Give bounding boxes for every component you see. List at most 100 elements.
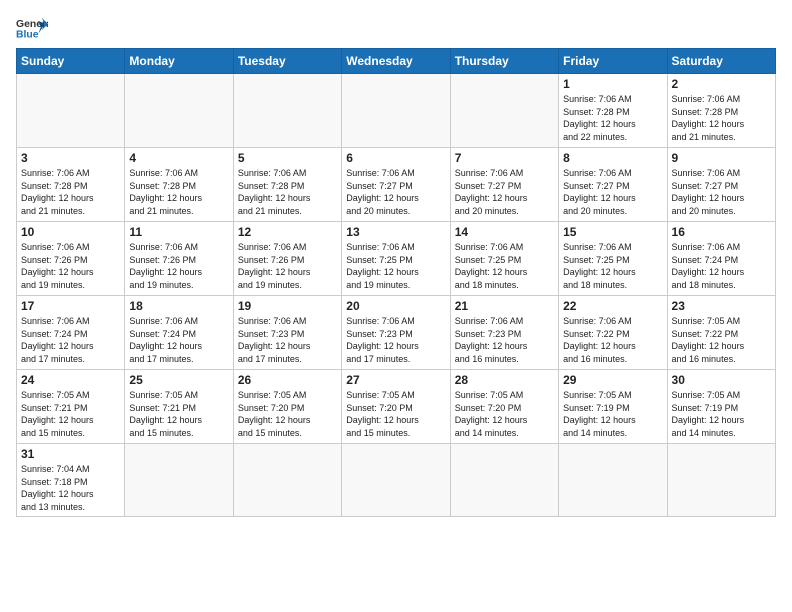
calendar-day-cell <box>450 444 558 517</box>
calendar-day-cell: 22Sunrise: 7:06 AM Sunset: 7:22 PM Dayli… <box>559 296 667 370</box>
day-number: 9 <box>672 151 771 165</box>
day-info: Sunrise: 7:06 AM Sunset: 7:26 PM Dayligh… <box>238 241 337 291</box>
day-number: 19 <box>238 299 337 313</box>
calendar-day-cell: 11 Sunrise: 7:06 AM Sunset: 7:26 PM Dayli… <box>125 222 233 296</box>
calendar-day-cell: 14Sunrise: 7:06 AM Sunset: 7:25 PM Dayli… <box>450 222 558 296</box>
day-info: Sunrise: 7:06 AM Sunset: 7:24 PM Dayligh… <box>21 315 120 365</box>
day-number: 30 <box>672 373 771 387</box>
day-number: 7 <box>455 151 554 165</box>
weekday-header-wednesday: Wednesday <box>342 49 450 74</box>
day-info: Sunrise: 7:05 AM Sunset: 7:19 PM Dayligh… <box>672 389 771 439</box>
day-number: 25 <box>129 373 228 387</box>
calendar-day-cell: 3Sunrise: 7:06 AM Sunset: 7:28 PM Daylig… <box>17 148 125 222</box>
day-number: 18 <box>129 299 228 313</box>
calendar-week-row: 1 Sunrise: 7:06 AM Sunset: 7:28 PM Daylig… <box>17 74 776 148</box>
calendar-day-cell: 30 Sunrise: 7:05 AM Sunset: 7:19 PM Dayli… <box>667 370 775 444</box>
day-info: Sunrise: 7:05 AM Sunset: 7:22 PM Dayligh… <box>672 315 771 365</box>
day-number: 11 <box>129 225 228 239</box>
calendar-day-cell: 18 Sunrise: 7:06 AM Sunset: 7:24 PM Dayli… <box>125 296 233 370</box>
generalblue-logo-icon: General Blue <box>16 16 48 40</box>
day-info: Sunrise: 7:06 AM Sunset: 7:27 PM Dayligh… <box>672 167 771 217</box>
day-info: Sunrise: 7:05 AM Sunset: 7:21 PM Dayligh… <box>21 389 120 439</box>
day-info: Sunrise: 7:06 AM Sunset: 7:25 PM Dayligh… <box>346 241 445 291</box>
calendar-day-cell <box>450 74 558 148</box>
day-info: Sunrise: 7:06 AM Sunset: 7:25 PM Dayligh… <box>563 241 662 291</box>
day-number: 6 <box>346 151 445 165</box>
calendar-day-cell: 6 Sunrise: 7:06 AM Sunset: 7:27 PM Daylig… <box>342 148 450 222</box>
day-info: Sunrise: 7:05 AM Sunset: 7:20 PM Dayligh… <box>346 389 445 439</box>
calendar-day-cell: 20 Sunrise: 7:06 AM Sunset: 7:23 PM Dayli… <box>342 296 450 370</box>
day-info: Sunrise: 7:06 AM Sunset: 7:23 PM Dayligh… <box>238 315 337 365</box>
day-number: 26 <box>238 373 337 387</box>
calendar-day-cell: 21Sunrise: 7:06 AM Sunset: 7:23 PM Dayli… <box>450 296 558 370</box>
calendar-week-row: 17 Sunrise: 7:06 AM Sunset: 7:24 PM Dayli… <box>17 296 776 370</box>
calendar-week-row: 24 Sunrise: 7:05 AM Sunset: 7:21 PM Dayli… <box>17 370 776 444</box>
header: General Blue <box>16 16 776 40</box>
day-number: 24 <box>21 373 120 387</box>
day-number: 5 <box>238 151 337 165</box>
day-number: 13 <box>346 225 445 239</box>
calendar-day-cell: 28 Sunrise: 7:05 AM Sunset: 7:20 PM Dayli… <box>450 370 558 444</box>
calendar-day-cell <box>342 444 450 517</box>
weekday-header-saturday: Saturday <box>667 49 775 74</box>
day-info: Sunrise: 7:06 AM Sunset: 7:28 PM Dayligh… <box>238 167 337 217</box>
day-number: 29 <box>563 373 662 387</box>
day-number: 3 <box>21 151 120 165</box>
day-number: 1 <box>563 77 662 91</box>
day-number: 10 <box>21 225 120 239</box>
day-number: 8 <box>563 151 662 165</box>
calendar-day-cell: 15Sunrise: 7:06 AM Sunset: 7:25 PM Dayli… <box>559 222 667 296</box>
calendar-day-cell: 19 Sunrise: 7:06 AM Sunset: 7:23 PM Dayli… <box>233 296 341 370</box>
day-info: Sunrise: 7:06 AM Sunset: 7:25 PM Dayligh… <box>455 241 554 291</box>
day-info: Sunrise: 7:05 AM Sunset: 7:20 PM Dayligh… <box>238 389 337 439</box>
calendar-week-row: 3 Sunrise: 7:06 AM Sunset: 7:28 PM Daylig… <box>17 148 776 222</box>
day-info: Sunrise: 7:06 AM Sunset: 7:22 PM Dayligh… <box>563 315 662 365</box>
calendar-day-cell: 17 Sunrise: 7:06 AM Sunset: 7:24 PM Dayli… <box>17 296 125 370</box>
day-number: 12 <box>238 225 337 239</box>
calendar-day-cell: 16Sunrise: 7:06 AM Sunset: 7:24 PM Dayli… <box>667 222 775 296</box>
calendar-day-cell: 4 Sunrise: 7:06 AM Sunset: 7:28 PM Daylig… <box>125 148 233 222</box>
calendar-day-cell: 27Sunrise: 7:05 AM Sunset: 7:20 PM Dayli… <box>342 370 450 444</box>
svg-text:Blue: Blue <box>16 30 39 40</box>
logo: General Blue <box>16 16 48 40</box>
calendar-day-cell <box>233 74 341 148</box>
day-info: Sunrise: 7:06 AM Sunset: 7:24 PM Dayligh… <box>129 315 228 365</box>
calendar-day-cell: 9 Sunrise: 7:06 AM Sunset: 7:27 PM Daylig… <box>667 148 775 222</box>
day-info: Sunrise: 7:06 AM Sunset: 7:28 PM Dayligh… <box>129 167 228 217</box>
day-info: Sunrise: 7:06 AM Sunset: 7:23 PM Dayligh… <box>346 315 445 365</box>
day-number: 20 <box>346 299 445 313</box>
day-info: Sunrise: 7:05 AM Sunset: 7:19 PM Dayligh… <box>563 389 662 439</box>
calendar-day-cell: 1Sunrise: 7:06 AM Sunset: 7:28 PM Daylig… <box>559 74 667 148</box>
day-number: 23 <box>672 299 771 313</box>
day-info: Sunrise: 7:05 AM Sunset: 7:20 PM Dayligh… <box>455 389 554 439</box>
weekday-header-tuesday: Tuesday <box>233 49 341 74</box>
calendar-day-cell <box>125 74 233 148</box>
calendar-day-cell <box>125 444 233 517</box>
day-info: Sunrise: 7:06 AM Sunset: 7:26 PM Dayligh… <box>129 241 228 291</box>
calendar-day-cell <box>342 74 450 148</box>
day-info: Sunrise: 7:06 AM Sunset: 7:27 PM Dayligh… <box>346 167 445 217</box>
day-info: Sunrise: 7:06 AM Sunset: 7:24 PM Dayligh… <box>672 241 771 291</box>
weekday-header-sunday: Sunday <box>17 49 125 74</box>
calendar-day-cell: 7 Sunrise: 7:06 AM Sunset: 7:27 PM Daylig… <box>450 148 558 222</box>
day-info: Sunrise: 7:04 AM Sunset: 7:18 PM Dayligh… <box>21 463 120 513</box>
day-number: 31 <box>21 447 120 461</box>
day-info: Sunrise: 7:06 AM Sunset: 7:28 PM Dayligh… <box>672 93 771 143</box>
calendar-day-cell <box>559 444 667 517</box>
calendar-day-cell: 2Sunrise: 7:06 AM Sunset: 7:28 PM Daylig… <box>667 74 775 148</box>
day-number: 28 <box>455 373 554 387</box>
day-number: 17 <box>21 299 120 313</box>
calendar-table: SundayMondayTuesdayWednesdayThursdayFrid… <box>16 48 776 517</box>
day-info: Sunrise: 7:06 AM Sunset: 7:27 PM Dayligh… <box>563 167 662 217</box>
day-info: Sunrise: 7:05 AM Sunset: 7:21 PM Dayligh… <box>129 389 228 439</box>
day-info: Sunrise: 7:06 AM Sunset: 7:27 PM Dayligh… <box>455 167 554 217</box>
day-number: 4 <box>129 151 228 165</box>
day-info: Sunrise: 7:06 AM Sunset: 7:26 PM Dayligh… <box>21 241 120 291</box>
calendar-week-row: 31 Sunrise: 7:04 AM Sunset: 7:18 PM Dayli… <box>17 444 776 517</box>
calendar-day-cell <box>233 444 341 517</box>
calendar-day-cell: 31 Sunrise: 7:04 AM Sunset: 7:18 PM Dayli… <box>17 444 125 517</box>
calendar-day-cell: 5 Sunrise: 7:06 AM Sunset: 7:28 PM Daylig… <box>233 148 341 222</box>
calendar-day-cell: 12 Sunrise: 7:06 AM Sunset: 7:26 PM Dayli… <box>233 222 341 296</box>
weekday-header-row: SundayMondayTuesdayWednesdayThursdayFrid… <box>17 49 776 74</box>
calendar-day-cell: 10 Sunrise: 7:06 AM Sunset: 7:26 PM Dayli… <box>17 222 125 296</box>
